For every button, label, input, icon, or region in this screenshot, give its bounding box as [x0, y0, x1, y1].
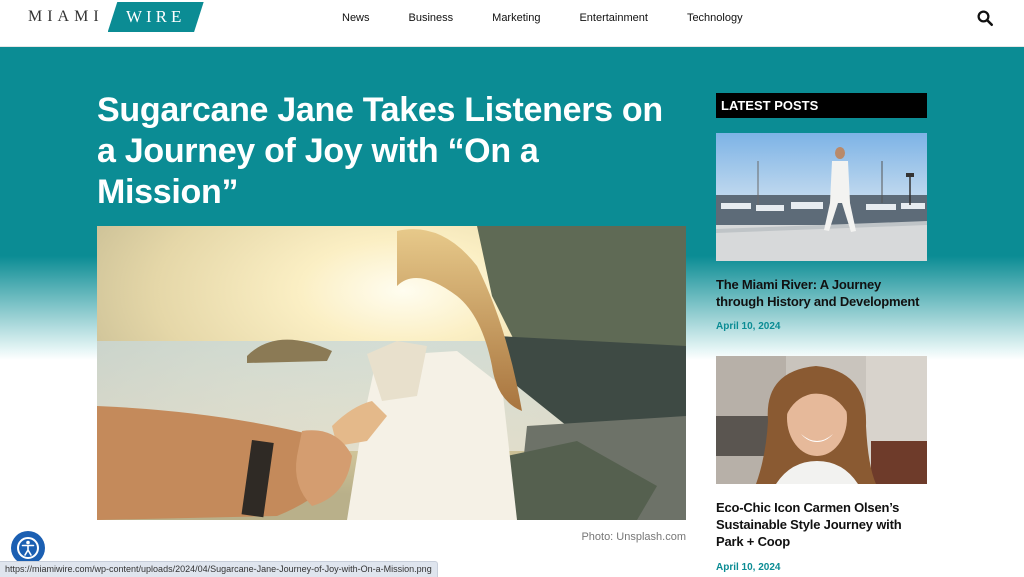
nav-item-marketing[interactable]: Marketing: [492, 10, 540, 26]
nav-item-business[interactable]: Business: [409, 10, 454, 26]
nav-item-news[interactable]: News: [342, 10, 370, 26]
main-nav: News Business Marketing Entertainment Te…: [342, 10, 782, 26]
accessibility-icon: [17, 537, 39, 559]
portrait-illustration: [716, 356, 927, 484]
photo-credit: Photo: Unsplash.com: [581, 531, 686, 543]
logo-text-miami: MIAMI: [28, 8, 104, 25]
post-title[interactable]: Eco-Chic Icon Carmen Olsen’s Sustainable…: [716, 499, 928, 550]
hero-illustration: [97, 226, 686, 520]
post-thumbnail[interactable]: [716, 356, 927, 484]
nav-item-technology[interactable]: Technology: [687, 10, 743, 26]
marina-illustration: [716, 133, 927, 261]
accessibility-button[interactable]: [11, 531, 45, 565]
site-header: MIAMI WIRE News Business Marketing Enter…: [0, 0, 1024, 47]
article-title: Sugarcane Jane Takes Listeners on a Jour…: [97, 91, 663, 211]
search-icon[interactable]: [976, 9, 994, 27]
post-date: April 10, 2024: [716, 321, 781, 332]
nav-item-entertainment[interactable]: Entertainment: [579, 10, 647, 26]
post-date: April 10, 2024: [716, 562, 781, 573]
site-logo[interactable]: MIAMI WIRE: [28, 2, 204, 32]
latest-posts-heading: LATEST POSTS: [716, 93, 927, 118]
logo-text-wire: WIRE: [107, 2, 204, 32]
post-thumbnail[interactable]: [716, 133, 927, 261]
post-title[interactable]: The Miami River: A Journey through Histo…: [716, 276, 928, 310]
article-hero-image: [97, 226, 686, 520]
browser-status-bar: https://miamiwire.com/wp-content/uploads…: [0, 561, 438, 577]
